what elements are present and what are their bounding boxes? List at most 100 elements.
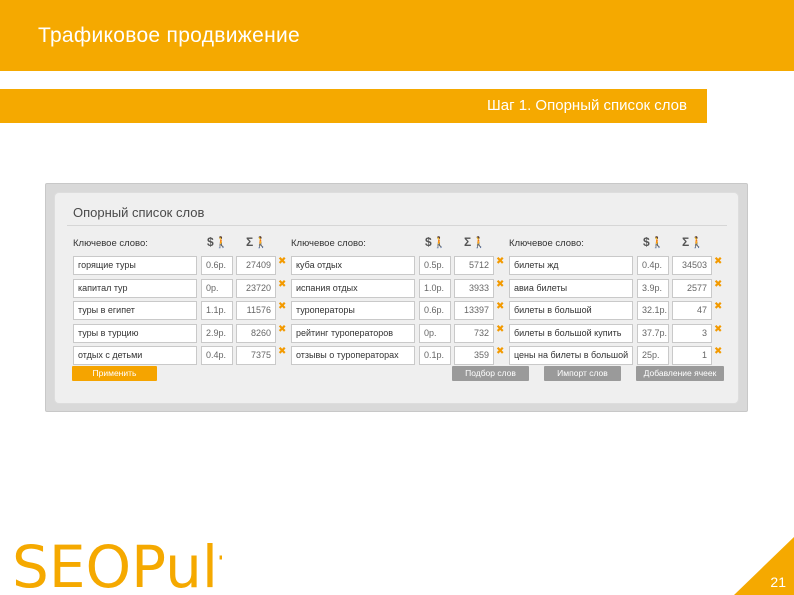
keyword-input[interactable]: цены на билеты в большой bbox=[509, 346, 633, 366]
count-value: 34503 bbox=[672, 256, 712, 275]
keyword-row: куба отдых 0.5р. 5712 ✖ bbox=[291, 255, 507, 278]
price-value: 1.1р. bbox=[201, 301, 233, 321]
delete-icon[interactable]: ✖ bbox=[714, 324, 722, 336]
keyword-input[interactable]: капитал тур bbox=[73, 278, 197, 298]
keyword-header: Ключевое слово: bbox=[509, 238, 584, 249]
person-icon: 🚶 bbox=[472, 237, 486, 249]
import-words-button[interactable]: Импорт слов bbox=[544, 366, 621, 381]
keyword-row: отдых с детьми 0.4р. 7375 ✖ bbox=[73, 345, 289, 368]
keyword-column-1: Ключевое слово: $🚶 Σ🚶 горящие туры 0.6р.… bbox=[73, 235, 289, 368]
step-bar: Шаг 1. Опорный список слов bbox=[0, 89, 707, 123]
price-header: $🚶 bbox=[643, 235, 665, 249]
keyword-column-2: Ключевое слово: $🚶 Σ🚶 куба отдых 0.5р. 5… bbox=[291, 235, 507, 368]
column-header: Ключевое слово: $🚶 Σ🚶 bbox=[291, 235, 507, 255]
price-value: 0р. bbox=[201, 278, 233, 298]
keyword-input[interactable]: рейтинг туроператоров bbox=[291, 323, 415, 343]
keyword-input[interactable]: билеты в большой купить bbox=[509, 323, 633, 343]
logo-graphic: SEOPult bbox=[12, 533, 241, 595]
count-header: Σ🚶 bbox=[246, 235, 268, 249]
price-header: $🚶 bbox=[425, 235, 447, 249]
price-value: 0р. bbox=[419, 323, 451, 343]
keyword-input[interactable]: отдых с детьми bbox=[73, 346, 197, 366]
price-value: 2.9р. bbox=[201, 323, 233, 343]
apply-button[interactable]: Применить bbox=[72, 366, 157, 381]
keyword-row: билеты в большой 32.1р. 47 ✖ bbox=[509, 300, 725, 323]
keyword-input[interactable]: горящие туры bbox=[73, 256, 197, 275]
count-value: 3 bbox=[672, 323, 712, 343]
count-value: 2577 bbox=[672, 278, 712, 298]
delete-icon[interactable]: ✖ bbox=[278, 346, 286, 358]
person-icon: 🚶 bbox=[214, 237, 229, 249]
slide: Трафиковое продвижение Шаг 1. Опорный сп… bbox=[0, 0, 794, 595]
column-header: Ключевое слово: $🚶 Σ🚶 bbox=[73, 235, 289, 255]
select-words-button[interactable]: Подбор слов bbox=[452, 366, 529, 381]
keyword-row: горящие туры 0.6р. 27409 ✖ bbox=[73, 255, 289, 278]
keyword-input[interactable]: туры в египет bbox=[73, 301, 197, 321]
count-value: 27409 bbox=[236, 256, 276, 275]
person-icon: 🚶 bbox=[690, 237, 704, 249]
slide-title: Трафиковое продвижение bbox=[38, 24, 300, 47]
panel-divider bbox=[67, 225, 727, 226]
delete-icon[interactable]: ✖ bbox=[278, 301, 286, 313]
keyword-row: туроператоры 0.6р. 13397 ✖ bbox=[291, 300, 507, 323]
delete-icon[interactable]: ✖ bbox=[278, 279, 286, 291]
keyword-row: испания отдых 1.0р. 3933 ✖ bbox=[291, 278, 507, 301]
keyword-input[interactable]: билеты в большой bbox=[509, 301, 633, 321]
count-value: 47 bbox=[672, 301, 712, 321]
delete-icon[interactable]: ✖ bbox=[714, 301, 722, 313]
delete-icon[interactable]: ✖ bbox=[496, 346, 504, 358]
count-value: 359 bbox=[454, 346, 494, 366]
delete-icon[interactable]: ✖ bbox=[278, 256, 286, 268]
add-cells-button[interactable]: Добавление ячеек bbox=[636, 366, 724, 381]
keyword-column-3: Ключевое слово: $🚶 Σ🚶 билеты жд 0.4р. 34… bbox=[509, 235, 725, 368]
count-value: 23720 bbox=[236, 278, 276, 298]
seopult-logo: SEOPult bbox=[12, 533, 241, 595]
keyword-input[interactable]: куба отдых bbox=[291, 256, 415, 275]
keyword-row: авиа билеты 3.9р. 2577 ✖ bbox=[509, 278, 725, 301]
price-value: 32.1р. bbox=[637, 301, 669, 321]
count-value: 732 bbox=[454, 323, 494, 343]
count-value: 8260 bbox=[236, 323, 276, 343]
count-value: 1 bbox=[672, 346, 712, 366]
panel-title: Опорный список слов bbox=[73, 205, 205, 220]
delete-icon[interactable]: ✖ bbox=[496, 279, 504, 291]
delete-icon[interactable]: ✖ bbox=[714, 346, 722, 358]
person-icon: 🚶 bbox=[254, 237, 268, 249]
logo-text: SEOPult bbox=[12, 536, 222, 594]
keyword-row: туры в турцию 2.9р. 8260 ✖ bbox=[73, 323, 289, 346]
delete-icon[interactable]: ✖ bbox=[496, 301, 504, 313]
price-value: 0.1р. bbox=[419, 346, 451, 366]
delete-icon[interactable]: ✖ bbox=[714, 279, 722, 291]
count-header: Σ🚶 bbox=[682, 235, 704, 249]
price-value: 0.6р. bbox=[201, 256, 233, 275]
keyword-row: рейтинг туроператоров 0р. 732 ✖ bbox=[291, 323, 507, 346]
price-value: 1.0р. bbox=[419, 278, 451, 298]
delete-icon[interactable]: ✖ bbox=[714, 256, 722, 268]
count-value: 5712 bbox=[454, 256, 494, 275]
keyword-input[interactable]: испания отдых bbox=[291, 278, 415, 298]
person-icon: 🚶 bbox=[432, 237, 447, 249]
screenshot-frame: Опорный список слов Ключевое слово: $🚶 Σ… bbox=[45, 183, 748, 412]
page-number-corner: 21 bbox=[734, 537, 794, 595]
count-value: 11576 bbox=[236, 301, 276, 321]
keyword-header: Ключевое слово: bbox=[73, 238, 148, 249]
keyword-input[interactable]: авиа билеты bbox=[509, 278, 633, 298]
header-bar: Трафиковое продвижение bbox=[0, 0, 794, 71]
delete-icon[interactable]: ✖ bbox=[496, 324, 504, 336]
delete-icon[interactable]: ✖ bbox=[496, 256, 504, 268]
keyword-row: отзывы о туроператорах 0.1р. 359 ✖ bbox=[291, 345, 507, 368]
keyword-row: билеты в большой купить 37.7р. 3 ✖ bbox=[509, 323, 725, 346]
price-value: 37.7р. bbox=[637, 323, 669, 343]
column-header: Ключевое слово: $🚶 Σ🚶 bbox=[509, 235, 725, 255]
count-value: 3933 bbox=[454, 278, 494, 298]
person-icon: 🚶 bbox=[650, 237, 665, 249]
keyword-input[interactable]: туроператоры bbox=[291, 301, 415, 321]
keyword-input[interactable]: отзывы о туроператорах bbox=[291, 346, 415, 366]
delete-icon[interactable]: ✖ bbox=[278, 324, 286, 336]
count-header: Σ🚶 bbox=[464, 235, 486, 249]
keyword-input[interactable]: билеты жд bbox=[509, 256, 633, 275]
step-title: Шаг 1. Опорный список слов bbox=[487, 97, 687, 114]
keyword-row: туры в египет 1.1р. 11576 ✖ bbox=[73, 300, 289, 323]
keyword-input[interactable]: туры в турцию bbox=[73, 323, 197, 343]
keyword-row: цены на билеты в большой 25р. 1 ✖ bbox=[509, 345, 725, 368]
